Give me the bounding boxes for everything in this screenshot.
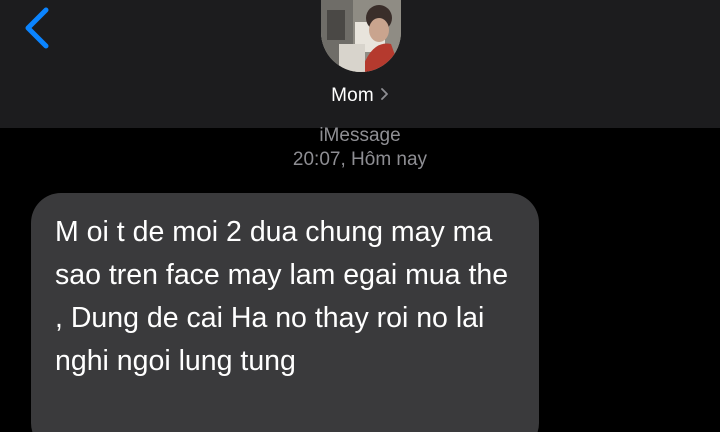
contact-photo — [321, 0, 401, 72]
conversation-header: Mom — [0, 0, 720, 128]
incoming-message-bubble[interactable]: M oi t de moi 2 dua chung may ma sao tre… — [31, 193, 539, 432]
contact-name-row[interactable]: Mom — [0, 84, 720, 108]
chevron-right-icon — [380, 87, 389, 106]
back-button[interactable] — [18, 6, 58, 50]
service-label: iMessage — [319, 125, 401, 146]
contact-name: Mom — [331, 85, 374, 106]
messages-screen: Mom iMessage 20:07, Hôm nay M oi t de mo… — [0, 0, 720, 432]
message-text: M oi t de moi 2 dua chung may ma sao tre… — [55, 216, 509, 377]
timestamp: 20:07, Hôm nay — [292, 149, 428, 170]
avatar[interactable] — [321, 0, 401, 72]
conversation-meta: iMessage 20:07, Hôm nay — [0, 124, 720, 172]
chevron-left-icon — [25, 7, 49, 49]
